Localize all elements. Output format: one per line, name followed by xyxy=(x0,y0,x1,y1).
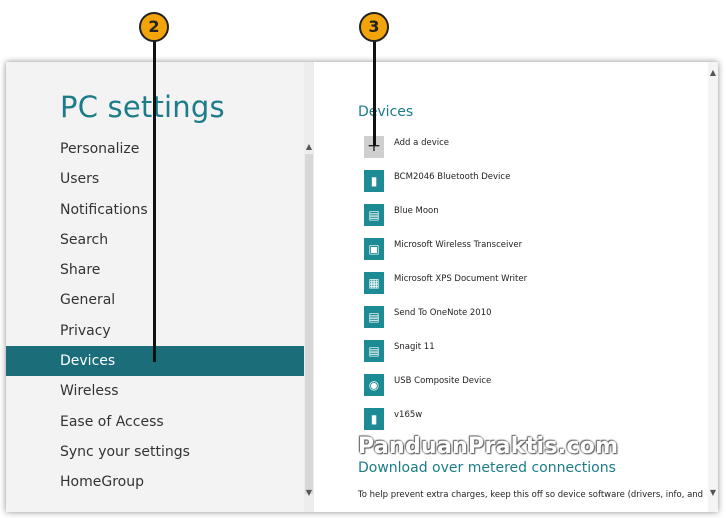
scroll-up-icon[interactable]: ▲ xyxy=(304,142,314,151)
printer-icon: ▤ xyxy=(364,204,384,226)
right-scrollbar[interactable]: ▲ ▼ xyxy=(708,62,718,512)
nav-item-ease-of-access[interactable]: Ease of Access xyxy=(6,407,304,437)
watermark: PanduanPraktis.com xyxy=(358,434,619,459)
device-label: USB Composite Device xyxy=(394,376,492,386)
device-label: Send To OneNote 2010 xyxy=(394,308,492,318)
pc-settings-window: PC settings Personalize Users Notificati… xyxy=(6,62,718,512)
usb-stick-icon: ▮ xyxy=(364,170,384,192)
device-label: Microsoft XPS Document Writer xyxy=(394,274,528,284)
document-icon: ▦ xyxy=(364,272,384,294)
scroll-up-icon[interactable]: ▲ xyxy=(708,68,718,77)
device-label: BCM2046 Bluetooth Device xyxy=(394,172,511,182)
callout-3-line xyxy=(373,40,376,146)
page-title: PC settings xyxy=(60,90,225,124)
nav-item-sync-settings[interactable]: Sync your settings xyxy=(6,437,304,467)
monitor-keyboard-icon: ▣ xyxy=(364,238,384,260)
device-label: Microsoft Wireless Transceiver xyxy=(394,240,523,250)
left-pane: PC settings Personalize Users Notificati… xyxy=(6,62,314,512)
add-device-label: Add a device xyxy=(394,138,449,148)
left-scrollbar[interactable]: ▲ ▼ xyxy=(304,62,314,512)
nav-item-homegroup[interactable]: HomeGroup xyxy=(6,467,304,497)
printer-icon: ▤ xyxy=(364,306,384,328)
metered-connections-title: Download over metered connections xyxy=(358,460,616,476)
callout-3-badge: 3 xyxy=(359,12,389,42)
metered-connections-description: To help prevent extra charges, keep this… xyxy=(358,490,704,500)
printer-icon: ▤ xyxy=(364,340,384,362)
usb-stick-icon: ▮ xyxy=(364,408,384,430)
callout-2-line xyxy=(153,40,156,362)
webcam-icon: ◉ xyxy=(364,374,384,396)
scroll-down-icon[interactable]: ▼ xyxy=(304,488,314,497)
left-scroll-thumb[interactable] xyxy=(305,154,313,494)
device-label: v165w xyxy=(394,410,423,420)
device-label: Blue Moon xyxy=(394,206,439,216)
devices-section-title: Devices xyxy=(358,104,414,120)
callout-2-badge: 2 xyxy=(139,12,169,42)
nav-item-wireless[interactable]: Wireless xyxy=(6,376,304,406)
device-label: Snagit 11 xyxy=(394,342,435,352)
scroll-down-icon[interactable]: ▼ xyxy=(708,488,718,497)
